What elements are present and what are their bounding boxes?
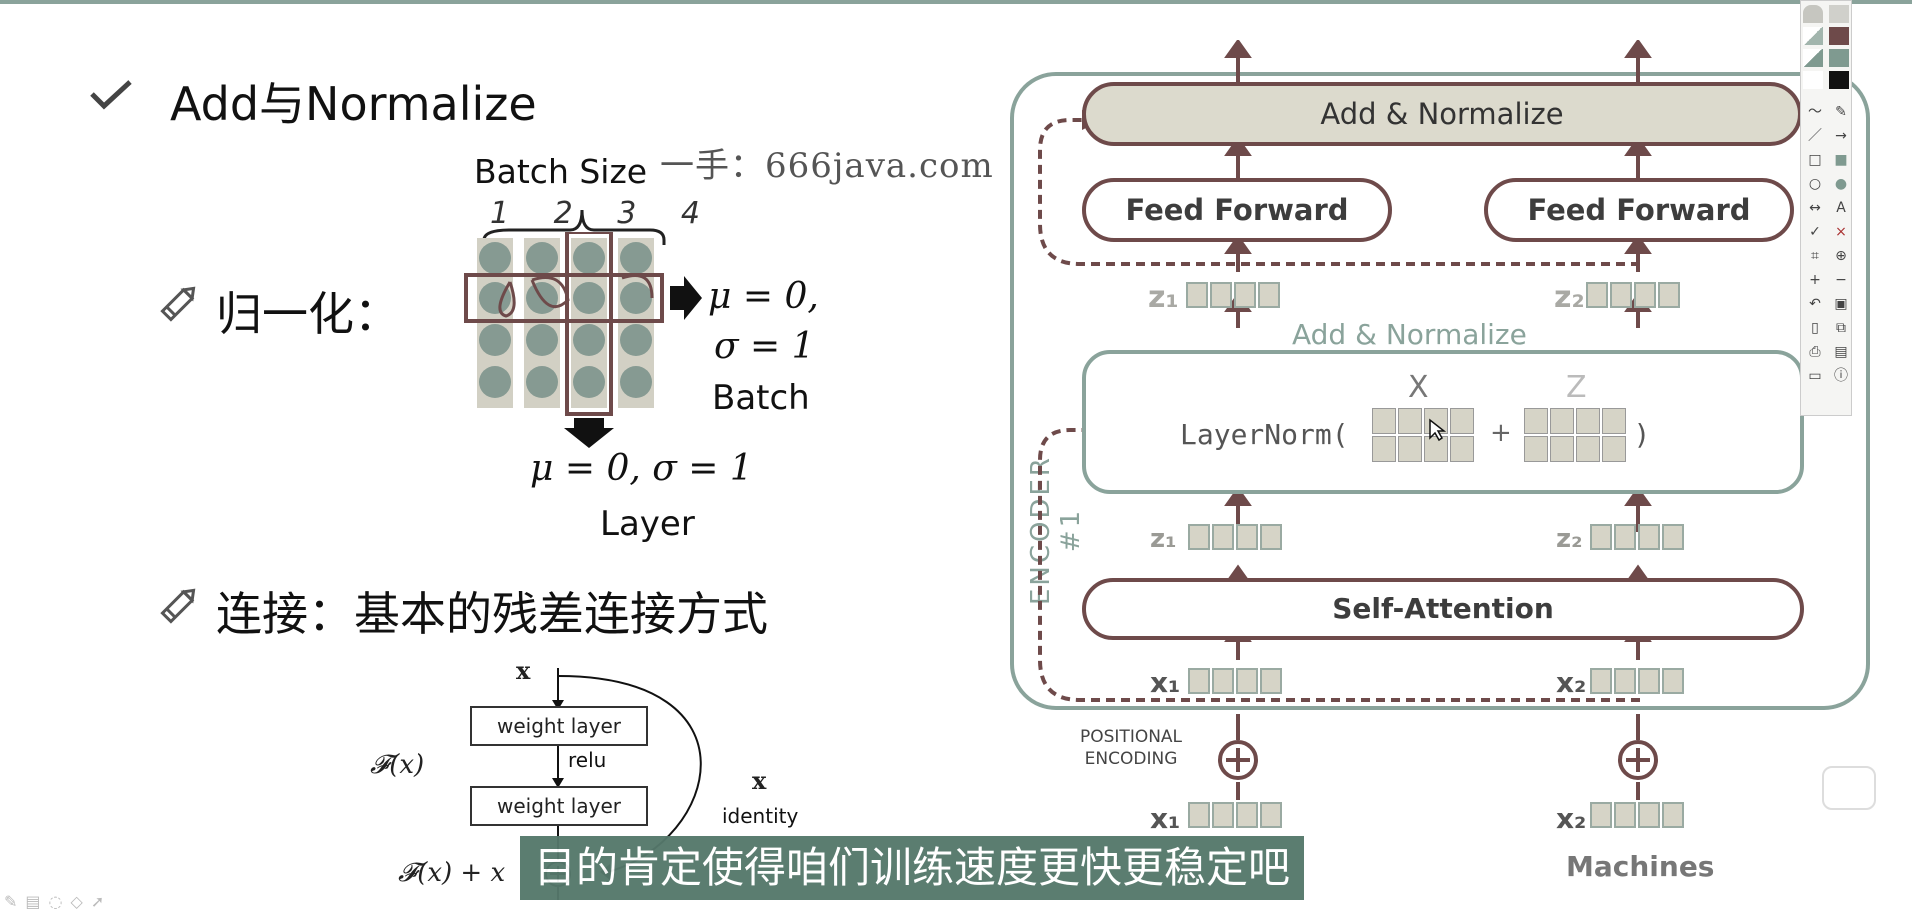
- triangle-icon[interactable]: [1803, 27, 1823, 45]
- color-swatch-icon[interactable]: [1829, 27, 1849, 45]
- add-normalize-mid-label: Add & Normalize: [1292, 318, 1527, 351]
- z1-top-vector: [1186, 282, 1282, 308]
- double-arrow-icon[interactable]: ↔: [1803, 199, 1827, 217]
- slide-title: Add与Normalize: [170, 77, 537, 131]
- z2-top-label: z₂: [1554, 280, 1585, 315]
- z2-mid-vector: [1590, 524, 1686, 550]
- save-icon[interactable]: ▤: [1829, 343, 1853, 361]
- layernorm-label: LayerNorm(: [1180, 418, 1349, 451]
- machines-label: Machines: [1566, 850, 1715, 883]
- col-number: 2: [553, 196, 573, 231]
- relu-label: relu: [568, 748, 607, 772]
- x1-bottom-vector: [1188, 802, 1284, 828]
- pen-icon[interactable]: 〜: [1803, 103, 1827, 121]
- x1-bottom-label: x₁: [1150, 802, 1181, 835]
- weight-layer-2: weight layer: [470, 786, 648, 826]
- eraser-icon[interactable]: ◇: [71, 892, 83, 911]
- close-paren: ): [1636, 418, 1647, 451]
- text-icon[interactable]: A: [1829, 199, 1853, 217]
- x1-mid-vector: [1188, 668, 1284, 694]
- add-normalize-top-box: Add & Normalize: [1082, 82, 1802, 146]
- x2-bottom-vector: [1590, 802, 1686, 828]
- fx-label: 𝓕(x): [370, 750, 425, 780]
- normalize-label: 归一化：: [216, 287, 400, 341]
- x2-mid-vector: [1590, 668, 1686, 694]
- positional-encoding-label: POSITIONAL ENCODING: [1080, 727, 1183, 769]
- board-icon[interactable]: ▤: [25, 892, 40, 911]
- residual-x-right: x: [752, 766, 767, 795]
- z1-top-label: z₁: [1148, 280, 1179, 315]
- ellipse-fill-icon[interactable]: ●: [1829, 175, 1853, 193]
- eraser-icon[interactable]: ✎: [1829, 103, 1853, 121]
- checkmark-icon: [90, 80, 132, 110]
- z1-mid-label: z₁: [1150, 524, 1177, 554]
- watermark: 一手：666java.com: [660, 146, 994, 186]
- x2-mid-label: x₂: [1556, 666, 1587, 699]
- minus-icon[interactable]: −: [1829, 271, 1853, 289]
- batch-mu: μ = 0,: [708, 276, 819, 317]
- video-subtitle: 目的肯定使得咱们训练速度更快更稳定吧: [520, 836, 1305, 900]
- info-icon[interactable]: ⓘ: [1829, 367, 1853, 385]
- pointer-icon[interactable]: ➚: [91, 892, 104, 911]
- col-number: 4: [680, 196, 700, 231]
- z-matrix: [1524, 408, 1626, 462]
- feed-forward-1-box: Feed Forward: [1082, 178, 1392, 242]
- player-overlay-icon[interactable]: [1822, 766, 1876, 810]
- screen-icon[interactable]: ▭: [1803, 367, 1827, 385]
- z2-mid-label: z₂: [1556, 524, 1583, 554]
- plus-sign: +: [1490, 418, 1512, 448]
- batch-size-label: Batch Size: [474, 152, 648, 191]
- cross-icon[interactable]: ×: [1829, 223, 1853, 241]
- rect-icon[interactable]: □: [1803, 151, 1827, 169]
- layer-mu-sigma: μ = 0, σ = 1: [530, 448, 753, 489]
- trash-icon[interactable]: ▣: [1829, 295, 1853, 313]
- pencil-icon: [160, 286, 196, 322]
- x-matrix: [1372, 408, 1474, 462]
- col-number: 1: [490, 196, 510, 231]
- crop-icon[interactable]: ⌗: [1803, 247, 1827, 265]
- col-number: 3: [617, 196, 637, 231]
- rect-fill-icon[interactable]: ■: [1829, 151, 1853, 169]
- column-numbers: 1 2 3 4: [490, 196, 700, 231]
- plus-icon[interactable]: +: [1803, 271, 1827, 289]
- feed-forward-2-box: Feed Forward: [1484, 178, 1794, 242]
- undo-icon[interactable]: ↶: [1803, 295, 1827, 313]
- self-attention-box: Self-Attention: [1082, 578, 1804, 640]
- arrow-icon[interactable]: →: [1829, 127, 1853, 145]
- pen-icon[interactable]: ✎: [4, 892, 17, 911]
- color-swatch-icon[interactable]: [1829, 71, 1849, 89]
- color-swatch-icon[interactable]: [1829, 5, 1849, 23]
- x1-mid-label: x₁: [1150, 666, 1181, 699]
- z1-mid-vector: [1188, 524, 1284, 550]
- pencil-icon: [160, 588, 196, 624]
- shape-icon[interactable]: [1803, 5, 1823, 23]
- ellipse-icon[interactable]: ○: [1803, 175, 1827, 193]
- layer-label: Layer: [600, 504, 695, 544]
- weight-layer-1: weight layer: [470, 706, 648, 746]
- annotation-toolbar: 〜 ✎ ／ → □ ■ ○ ● ↔ A ✓ × ⌗ ⊕ + − ↶ ▣ ▯ ⧉ …: [1800, 0, 1852, 416]
- triangle-icon[interactable]: [1803, 49, 1823, 67]
- color-swatch-icon[interactable]: [1803, 71, 1823, 89]
- mouse-cursor-icon: [1429, 418, 1446, 442]
- bottom-tools: ✎ ▤ ◌ ◇ ➚: [4, 892, 104, 911]
- lasso-icon[interactable]: ◌: [49, 892, 63, 911]
- batch-label: Batch: [712, 378, 810, 418]
- line-icon[interactable]: ／: [1803, 127, 1827, 145]
- new-page-icon[interactable]: ▯: [1803, 319, 1827, 337]
- identity-label: identity: [722, 804, 799, 828]
- top-border-line: [0, 0, 1912, 4]
- zoom-icon[interactable]: ⊕: [1829, 247, 1853, 265]
- x2-bottom-label: x₂: [1556, 802, 1587, 835]
- connect-label: 连接：基本的残差连接方式: [216, 587, 768, 641]
- copy-icon[interactable]: ⧉: [1829, 319, 1853, 337]
- print-icon[interactable]: ⎙: [1803, 343, 1827, 361]
- z-matrix-label: Z: [1566, 370, 1587, 405]
- color-swatch-icon[interactable]: [1829, 49, 1849, 67]
- fx-plus-x-label: 𝓕(x) + x: [398, 858, 506, 888]
- batch-sigma: σ = 1: [714, 326, 815, 367]
- z2-top-vector: [1586, 282, 1682, 308]
- check-icon[interactable]: ✓: [1803, 223, 1827, 241]
- x-matrix-label: X: [1408, 370, 1429, 405]
